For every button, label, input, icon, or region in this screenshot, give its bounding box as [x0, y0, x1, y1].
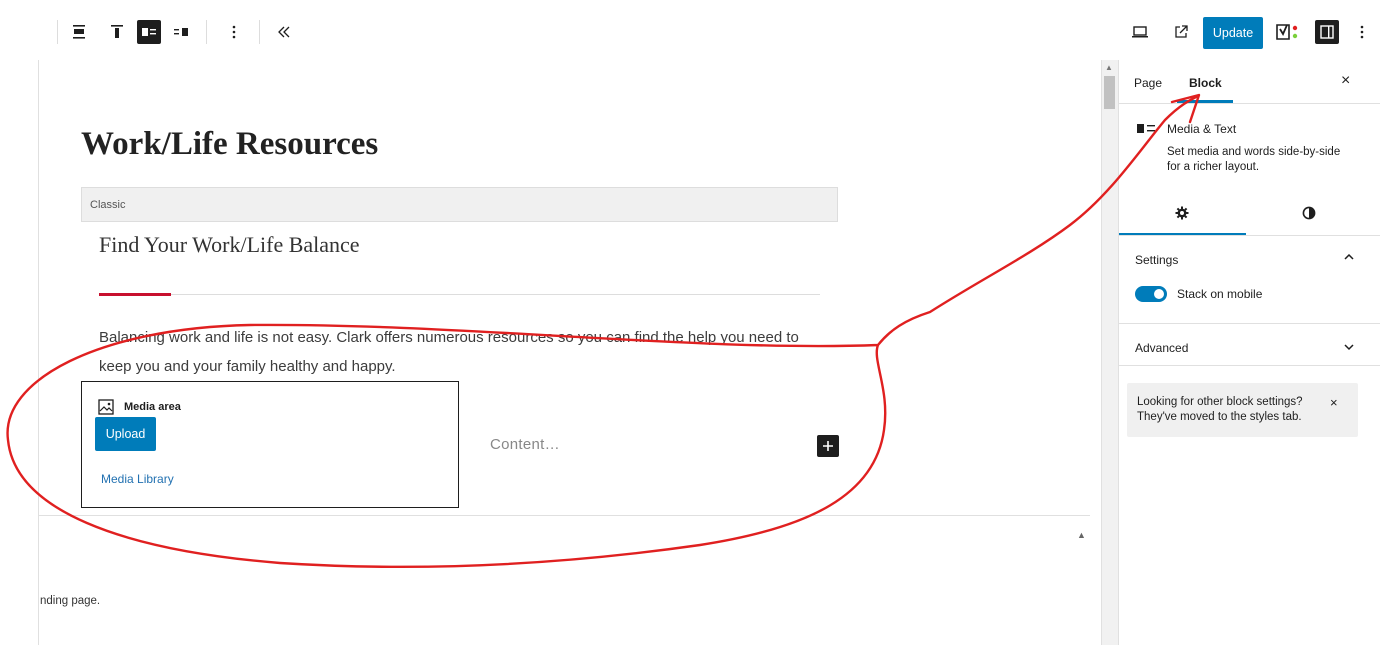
block-title: Media & Text: [1167, 122, 1237, 136]
align-top-button[interactable]: [105, 20, 129, 44]
ellipsis-vertical-icon: [232, 25, 236, 39]
intro-paragraph[interactable]: Balancing work and life is not easy. Cla…: [99, 323, 819, 381]
heading-divider: [171, 294, 820, 295]
styles-contrast-icon: [1302, 206, 1316, 220]
block-settings-notice: Looking for other block settings? They'v…: [1127, 383, 1358, 437]
yoast-seo-button[interactable]: [1274, 20, 1302, 44]
media-on-right-button[interactable]: [169, 20, 193, 44]
view-post-button[interactable]: [1169, 20, 1193, 44]
align-none-icon: [73, 25, 85, 39]
toolbar-separator: [206, 20, 207, 44]
scrollbar-thumb[interactable]: [1104, 76, 1115, 109]
footer-snippet: nding page.: [40, 595, 101, 607]
toolbar-separator: [259, 20, 260, 44]
media-area-header: Media area: [98, 399, 181, 415]
media-on-right-icon: [174, 28, 188, 36]
chevron-up-icon[interactable]: [1343, 251, 1355, 266]
media-text-block-icon: [1137, 124, 1155, 133]
notice-text: Looking for other block settings? They'v…: [1137, 396, 1303, 423]
desktop-preview-icon: [1132, 26, 1148, 38]
gear-icon: [1175, 206, 1189, 220]
dismiss-notice-button[interactable]: ×: [1330, 395, 1338, 410]
double-chevron-left-icon: [278, 26, 290, 38]
tab-block[interactable]: Block: [1189, 76, 1222, 90]
media-library-link[interactable]: Media Library: [101, 472, 174, 486]
top-toolbar: Update: [0, 0, 1380, 60]
classic-block-label: Classic: [90, 199, 126, 211]
sidebar-divider: [1119, 235, 1380, 236]
classic-block-toolbar[interactable]: Classic: [81, 187, 838, 222]
chevron-down-icon[interactable]: [1343, 341, 1355, 356]
advanced-panel-title[interactable]: Advanced: [1135, 341, 1188, 355]
external-link-icon: [1175, 25, 1188, 38]
settings-sidebar-toggle[interactable]: [1315, 20, 1339, 44]
settings-panel-title[interactable]: Settings: [1135, 253, 1178, 267]
ellipsis-vertical-icon: [1360, 25, 1364, 39]
sidebar-divider: [1119, 323, 1380, 324]
preview-button[interactable]: [1128, 20, 1152, 44]
media-area-label: Media area: [124, 401, 181, 413]
yoast-seo-icon: [1276, 24, 1298, 40]
heading-accent-divider: [99, 293, 171, 296]
scroll-up-arrow-icon[interactable]: ▲: [1105, 63, 1113, 72]
block-list-divider: [38, 515, 1090, 516]
update-button[interactable]: Update: [1203, 17, 1263, 49]
media-on-left-button[interactable]: [137, 20, 161, 44]
block-description: Set media and words side-by-side for a r…: [1167, 146, 1341, 173]
add-block-button[interactable]: [817, 435, 839, 457]
tab-page[interactable]: Page: [1134, 76, 1162, 90]
options-button[interactable]: [1350, 20, 1374, 44]
upload-button[interactable]: Upload: [95, 417, 156, 451]
section-heading[interactable]: Find Your Work/Life Balance: [99, 232, 360, 258]
tab-settings[interactable]: [1175, 206, 1189, 225]
collapse-toolbar-button[interactable]: [272, 20, 296, 44]
toggle-knob: [1154, 289, 1164, 299]
stack-on-mobile-toggle[interactable]: [1135, 286, 1167, 302]
canvas-scrollbar[interactable]: [1101, 60, 1118, 645]
sidebar-divider: [1119, 365, 1380, 366]
media-on-left-icon: [142, 28, 156, 36]
page-title[interactable]: Work/Life Resources: [81, 126, 378, 163]
media-placeholder[interactable]: Media area Upload Media Library: [81, 381, 459, 508]
more-options-button[interactable]: [222, 20, 246, 44]
canvas-left-border: [38, 60, 39, 645]
tab-styles[interactable]: [1302, 206, 1316, 225]
sidebar-settings-icon: [1320, 25, 1334, 39]
stack-on-mobile-label: Stack on mobile: [1177, 287, 1263, 301]
toolbar-separator: [57, 20, 58, 44]
content-placeholder[interactable]: Content…: [490, 436, 560, 453]
plus-icon: [823, 441, 833, 451]
align-none-button[interactable]: [67, 20, 91, 44]
image-icon: [98, 399, 114, 415]
caret-up-icon[interactable]: ▲: [1077, 530, 1086, 540]
close-sidebar-button[interactable]: ×: [1341, 72, 1350, 90]
sidebar-divider: [1119, 103, 1380, 104]
align-top-icon: [111, 25, 123, 38]
settings-sidebar: Page Block × Media & Text Set media and …: [1118, 60, 1380, 645]
